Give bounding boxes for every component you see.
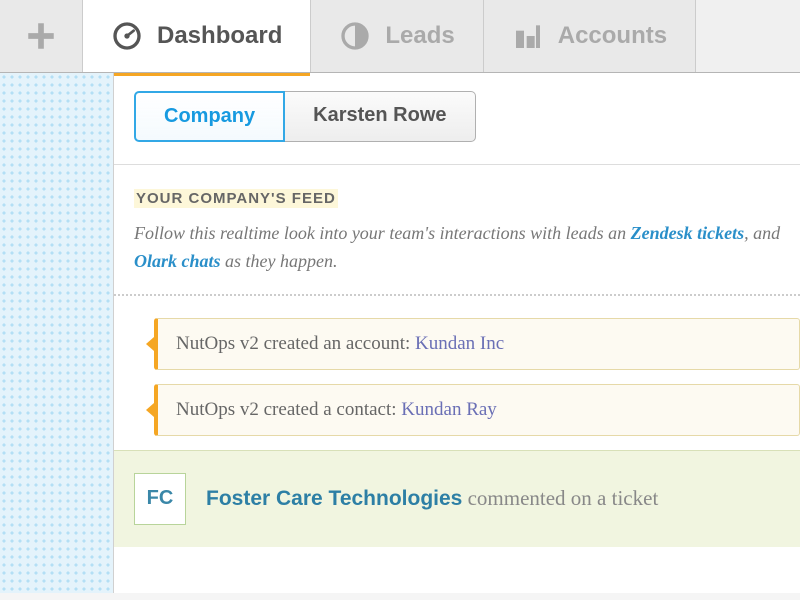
feed-item[interactable]: NutOps v2 created an account: Kundan Inc <box>154 318 800 370</box>
page-body: Company Karsten Rowe YOUR COMPANY'S FEED… <box>0 73 800 593</box>
feed-desc-text: Follow this realtime look into your team… <box>134 223 626 243</box>
segment-company[interactable]: Company <box>134 91 285 142</box>
contrast-icon <box>339 20 371 52</box>
add-tab[interactable] <box>0 0 83 72</box>
feed-object-link[interactable]: Kundan Inc <box>415 333 504 354</box>
tab-accounts-label: Accounts <box>558 22 667 50</box>
feed-link-zendesk[interactable]: Zendesk tickets <box>631 223 744 243</box>
plus-icon <box>24 19 58 53</box>
feed-comment[interactable]: FC Foster Care Technologies commented on… <box>114 450 800 547</box>
feed-desc-sep: , and <box>744 223 780 243</box>
feed-item[interactable]: NutOps v2 created a contact: Kundan Ray <box>154 384 800 436</box>
feed-object-link[interactable]: Kundan Ray <box>401 399 497 420</box>
avatar: FC <box>134 473 186 525</box>
feed-description: Follow this realtime look into your team… <box>134 220 800 276</box>
feed-actor: NutOps v2 <box>176 333 259 354</box>
comment-text: Foster Care Technologies commented on a … <box>206 486 658 511</box>
left-gutter <box>0 73 114 593</box>
tab-dashboard-label: Dashboard <box>157 22 282 50</box>
feed-verb: created an account: <box>259 333 415 354</box>
segment-control: Company Karsten Rowe <box>134 91 780 142</box>
feed-items: NutOps v2 created an account: Kundan Inc… <box>114 296 800 547</box>
feed-title: YOUR COMPANY'S FEED <box>134 189 338 208</box>
top-nav: Dashboard Leads Accounts <box>0 0 800 73</box>
feed-header: YOUR COMPANY'S FEED Follow this realtime… <box>114 165 800 294</box>
gauge-icon <box>111 20 143 52</box>
feed-actor: NutOps v2 <box>176 399 259 420</box>
comment-tail: commented on a ticket <box>462 486 658 510</box>
tab-leads[interactable]: Leads <box>311 0 483 72</box>
tab-leads-label: Leads <box>385 22 454 50</box>
comment-company[interactable]: Foster Care Technologies <box>206 487 462 510</box>
feed-link-olark[interactable]: Olark chats <box>134 251 221 271</box>
segment-person[interactable]: Karsten Rowe <box>285 91 475 142</box>
feed-desc-post: as they happen. <box>221 251 338 271</box>
tab-dashboard[interactable]: Dashboard <box>83 0 311 72</box>
tab-accounts[interactable]: Accounts <box>484 0 696 72</box>
feed-verb: created a contact: <box>259 399 401 420</box>
content: Company Karsten Rowe YOUR COMPANY'S FEED… <box>114 73 800 593</box>
buildings-icon <box>512 20 544 52</box>
